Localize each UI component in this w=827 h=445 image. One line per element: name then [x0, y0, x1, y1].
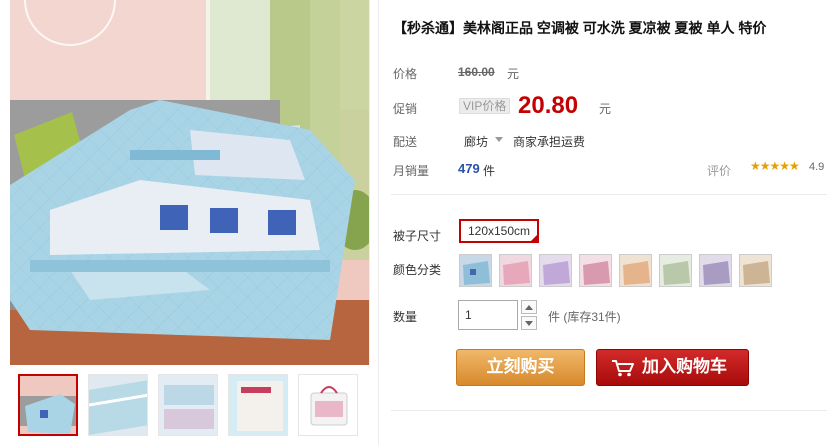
promo-price: 20.80	[518, 92, 579, 119]
sales-count: 479	[458, 161, 480, 176]
size-option-selected[interactable]: 120x150cm	[459, 219, 539, 243]
add-to-cart-label: 加入购物车	[642, 357, 727, 377]
stock-info: 件 (库存31件)	[548, 310, 621, 324]
original-price-unit: 元	[507, 67, 520, 81]
quantity-input[interactable]	[458, 300, 518, 330]
color-swatch-1[interactable]	[459, 254, 492, 287]
thumbnail-strip	[18, 374, 370, 438]
promo-price-unit: 元	[599, 102, 612, 116]
quantity-decrease-button[interactable]	[521, 316, 537, 330]
selected-check-icon	[530, 234, 538, 242]
main-product-image[interactable]	[10, 0, 370, 365]
divider	[391, 194, 827, 195]
chevron-down-icon[interactable]	[495, 137, 503, 142]
shipping-info: 商家承担运费	[513, 135, 586, 149]
star-rating-icon[interactable]: ★★★★★	[750, 159, 800, 173]
rating-value: 4.9	[809, 161, 825, 173]
price-label: 价格	[393, 67, 418, 81]
rating-label: 评价	[707, 164, 732, 178]
chevron-up-icon	[525, 304, 533, 310]
thumbnail-1[interactable]	[18, 374, 78, 436]
divider	[391, 410, 827, 411]
color-label: 颜色分类	[393, 263, 442, 277]
product-title: 【秒杀通】美林阁正品 空调被 可水洗 夏凉被 夏被 单人 特价	[393, 20, 767, 36]
color-swatch-7[interactable]	[699, 254, 732, 287]
quantity-label: 数量	[393, 310, 418, 324]
product-gallery	[0, 0, 378, 445]
color-swatch-4[interactable]	[579, 254, 612, 287]
chevron-down-icon	[525, 320, 533, 326]
thumbnail-2[interactable]	[88, 374, 148, 436]
original-price: 160.00	[458, 65, 495, 79]
color-swatch-8[interactable]	[739, 254, 772, 287]
color-swatch-3[interactable]	[539, 254, 572, 287]
promo-label: 促销	[393, 102, 418, 116]
thumbnail-4[interactable]	[228, 374, 288, 436]
size-label: 被子尺寸	[393, 229, 442, 243]
delivery-location[interactable]: 廊坊	[464, 133, 488, 150]
vip-price-tag: VIP价格	[459, 98, 511, 114]
color-swatch-5[interactable]	[619, 254, 652, 287]
color-swatch-2[interactable]	[499, 254, 532, 287]
sales-unit: 件	[483, 164, 496, 178]
product-info-panel: 【秒杀通】美林阁正品 空调被 可水洗 夏凉被 夏被 单人 特价 价格 160.0…	[378, 0, 827, 445]
sales-label: 月销量	[393, 164, 430, 178]
add-to-cart-button[interactable]: 加入购物车	[596, 349, 749, 386]
cart-icon	[612, 360, 634, 377]
delivery-label: 配送	[393, 135, 418, 149]
thumbnail-3[interactable]	[158, 374, 218, 436]
color-swatch-6[interactable]	[659, 254, 692, 287]
thumbnail-5[interactable]	[298, 374, 358, 436]
quantity-increase-button[interactable]	[521, 300, 537, 314]
quilt-photo	[10, 0, 369, 365]
size-option-label: 120x150cm	[467, 224, 531, 238]
buy-now-button[interactable]: 立刻购买	[456, 349, 585, 386]
